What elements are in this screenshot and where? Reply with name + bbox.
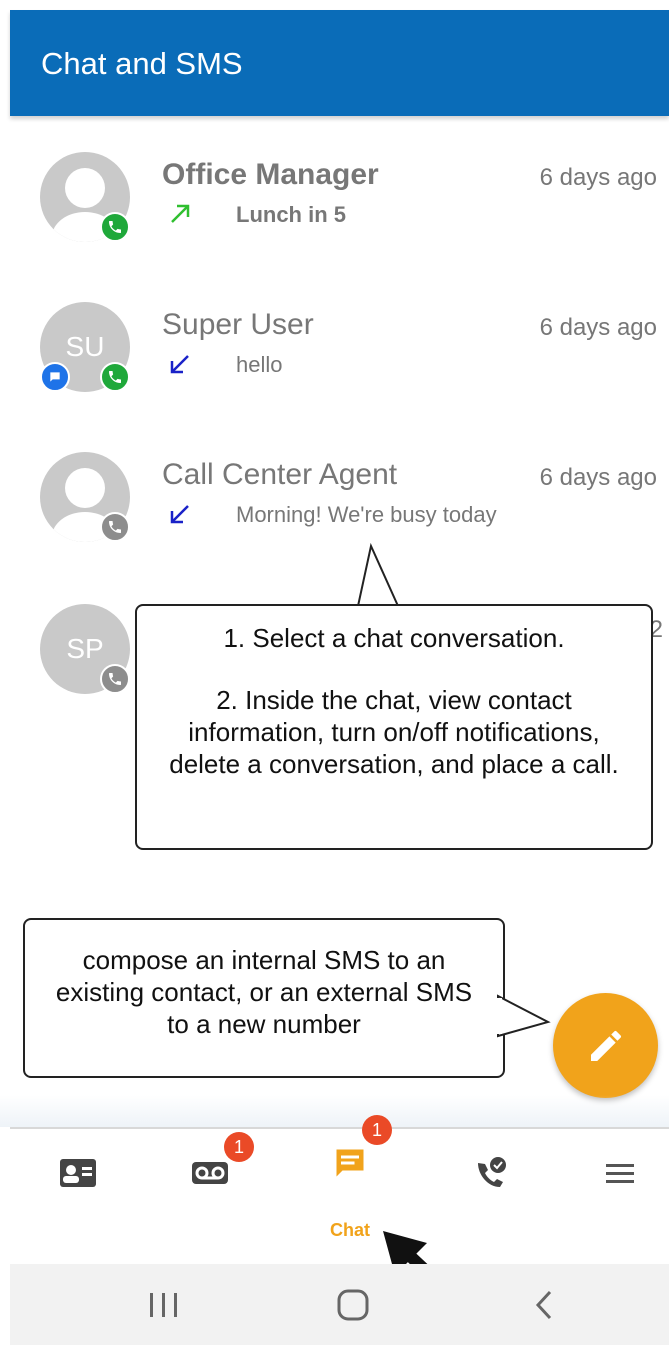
phone-icon — [100, 664, 130, 694]
nav-call-history[interactable] — [460, 1143, 520, 1203]
timestamp: 6 days ago — [539, 164, 657, 191]
phone-check-icon — [478, 1157, 506, 1187]
page-title: Chat and SMS — [41, 46, 243, 81]
recent-apps-icon[interactable] — [148, 1290, 182, 1320]
callout-pointer — [496, 994, 551, 1038]
message-preview: hello — [236, 352, 283, 377]
callout-pointer — [356, 542, 402, 612]
incoming-arrow-icon — [170, 355, 189, 374]
callout-text: 2. Inside the chat, view contact informa… — [169, 685, 619, 779]
contact-name: Call Center Agent — [162, 458, 398, 491]
conversation-item[interactable]: Office Manager 6 days ago Lunch in 5 — [0, 150, 669, 290]
callout-text: compose an internal SMS to an existing c… — [55, 945, 473, 1039]
pencil-icon — [590, 1030, 621, 1061]
phone-icon — [100, 362, 130, 392]
back-icon[interactable] — [532, 1288, 556, 1322]
contact-name: Super User — [162, 308, 314, 341]
conversation-item[interactable]: SU Super User 6 days ago hello — [0, 300, 669, 440]
callout-select-conversation: 1. Select a chat conversation. 2. Inside… — [135, 604, 653, 850]
timestamp: 6 days ago — [539, 464, 657, 491]
menu-icon — [606, 1164, 634, 1183]
timestamp: 6 days ago — [539, 314, 657, 341]
contact-name: Office Manager — [162, 158, 379, 191]
chat-icon — [336, 1149, 364, 1177]
phone-icon — [100, 212, 130, 242]
nav-chat-label: Chat — [330, 1220, 370, 1240]
contacts-icon — [60, 1159, 96, 1187]
message-preview: Morning! We're busy today — [236, 502, 497, 527]
chat-icon — [40, 362, 70, 392]
compose-button[interactable] — [553, 993, 658, 1098]
app-bar: Chat and SMS — [10, 10, 669, 116]
callout-text: 1. Select a chat conversation. — [223, 623, 565, 653]
outgoing-arrow-icon — [171, 204, 190, 223]
chat-badge: 1 — [362, 1115, 392, 1145]
voicemail-icon — [192, 1162, 228, 1184]
nav-menu[interactable] — [590, 1143, 650, 1203]
home-icon[interactable] — [336, 1288, 370, 1322]
message-preview: Lunch in 5 — [236, 202, 346, 227]
system-navigation-bar — [10, 1264, 669, 1345]
callout-compose: compose an internal SMS to an existing c… — [23, 918, 505, 1078]
nav-contacts[interactable] — [48, 1143, 108, 1203]
incoming-arrow-icon — [170, 505, 189, 524]
list-fade — [0, 1095, 669, 1127]
phone-icon — [100, 512, 130, 542]
bottom-navigation: 1 1 Chat — [10, 1115, 669, 1264]
voicemail-badge: 1 — [224, 1132, 254, 1162]
